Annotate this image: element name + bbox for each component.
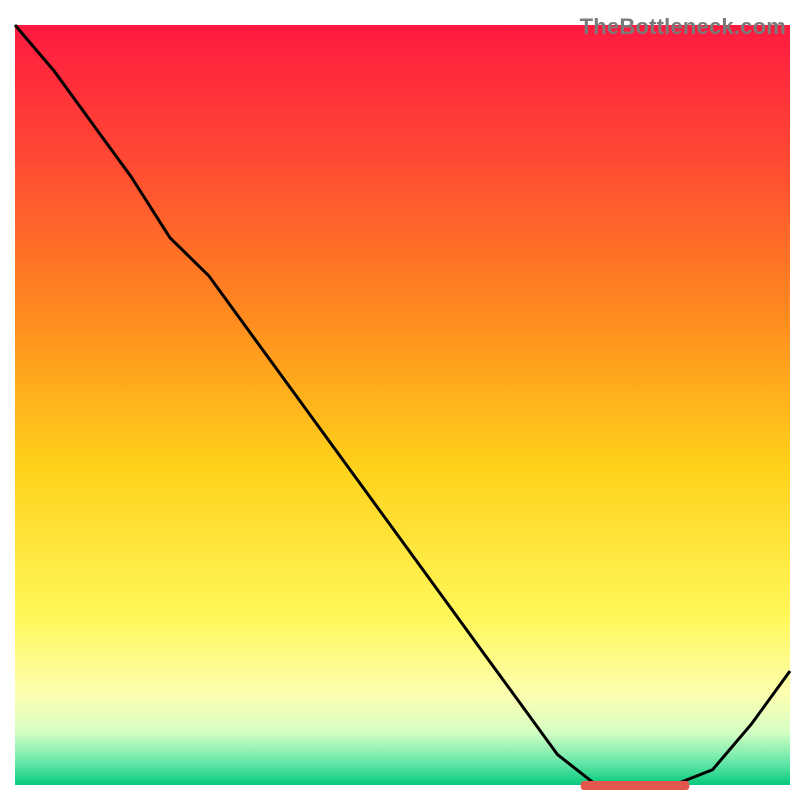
chart-container: TheBottleneck.com [0, 0, 800, 800]
optimal-range-marker [581, 781, 690, 790]
chart-svg [0, 0, 800, 800]
plot-area [15, 25, 790, 785]
watermark: TheBottleneck.com [580, 14, 786, 40]
